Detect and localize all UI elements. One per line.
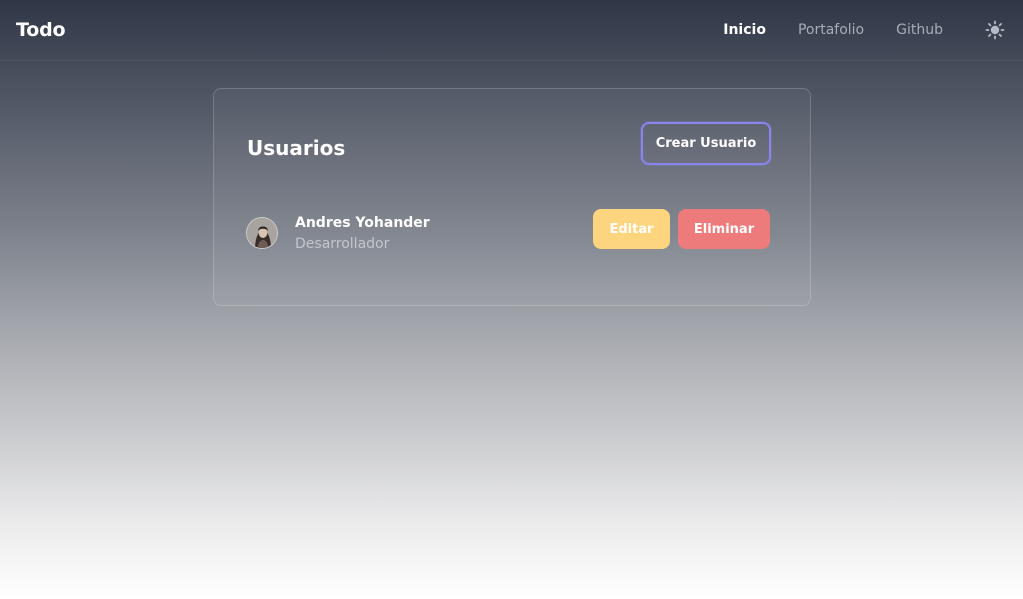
user-row: Andres Yohander Desarrollador Editar Eli…: [246, 209, 771, 252]
create-user-button[interactable]: Crear Usuario: [641, 122, 771, 165]
nav-link-github[interactable]: Github: [896, 22, 943, 38]
delete-user-button[interactable]: Eliminar: [678, 209, 770, 249]
edit-user-button[interactable]: Editar: [593, 209, 670, 249]
sun-icon: [985, 20, 1005, 40]
avatar: [246, 217, 278, 249]
navbar: Todo Inicio Portafolio Github: [0, 0, 1023, 61]
users-card: Usuarios Crear Usuario Andres Yohander D…: [213, 88, 811, 306]
nav-link-inicio[interactable]: Inicio: [723, 22, 766, 38]
theme-toggle-button[interactable]: [983, 18, 1007, 42]
nav-links: Inicio Portafolio Github: [691, 18, 1007, 42]
nav-link-portafolio[interactable]: Portafolio: [798, 22, 864, 38]
user-role: Desarrollador: [295, 236, 390, 252]
user-name: Andres Yohander: [295, 215, 430, 231]
brand-logo[interactable]: Todo: [16, 19, 66, 41]
users-title: Usuarios: [247, 136, 346, 160]
